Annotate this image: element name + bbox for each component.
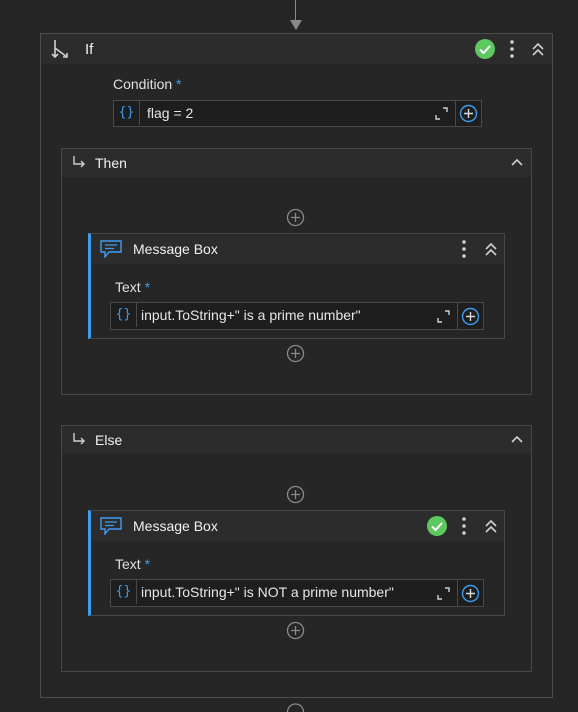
field-divider (457, 303, 458, 329)
text-value: input.ToString+" is a prime number" (141, 307, 361, 323)
double-chevron-up-icon[interactable] (531, 41, 545, 57)
field-divider (455, 101, 456, 126)
expand-editor-icon[interactable] (437, 587, 450, 600)
double-chevron-up-icon[interactable] (484, 241, 498, 257)
if-activity[interactable]: If Condition * {} flag = 2 Then Message … (40, 33, 553, 698)
add-activity-icon[interactable] (286, 703, 305, 712)
vertical-dots-icon[interactable] (460, 516, 468, 536)
message-box-activity[interactable]: Message Box Text * {} input.ToString+" i… (88, 510, 505, 616)
required-marker: * (176, 76, 182, 92)
then-title: Then (95, 155, 127, 171)
message-box-title: Message Box (133, 518, 218, 534)
add-activity-icon[interactable] (286, 344, 305, 363)
else-title: Else (95, 432, 123, 448)
double-chevron-up-icon[interactable] (484, 518, 498, 534)
text-input[interactable]: {} input.ToString+" is NOT a prime numbe… (110, 579, 484, 607)
else-header (62, 426, 531, 454)
condition-label-text: Condition (113, 76, 173, 92)
field-divider (457, 580, 458, 606)
then-header (62, 149, 531, 177)
condition-label: Condition * (113, 76, 182, 92)
expand-editor-icon[interactable] (435, 107, 448, 120)
condition-value: flag = 2 (147, 105, 194, 121)
check-circle-icon (475, 39, 495, 59)
plus-circle-icon[interactable] (461, 584, 480, 603)
text-input[interactable]: {} input.ToString+" is a prime number" (110, 302, 484, 330)
vertical-dots-icon[interactable] (508, 39, 516, 59)
branch-arrow-icon (73, 156, 85, 168)
curly-braces-icon[interactable]: {} (114, 101, 140, 125)
chevron-up-icon[interactable] (510, 157, 524, 167)
add-activity-icon[interactable] (286, 621, 305, 640)
plus-circle-icon[interactable] (459, 104, 478, 123)
expand-editor-icon[interactable] (437, 310, 450, 323)
text-value: input.ToString+" is NOT a prime number" (141, 584, 394, 600)
if-title: If (85, 41, 94, 58)
condition-input[interactable]: {} flag = 2 (113, 100, 482, 127)
add-activity-icon[interactable] (286, 208, 305, 227)
else-branch[interactable]: Else Message Box Text * {} input.ToStrin… (61, 425, 532, 672)
then-branch[interactable]: Then Message Box Text * {} input.ToStrin… (61, 148, 532, 395)
check-circle-icon (427, 516, 447, 536)
message-bubble-icon (100, 240, 122, 258)
required-marker: * (144, 279, 151, 295)
required-marker: * (144, 556, 151, 572)
vertical-dots-icon[interactable] (460, 239, 468, 259)
message-box-title: Message Box (133, 241, 218, 257)
message-bubble-icon (100, 517, 122, 535)
message-box-activity[interactable]: Message Box Text * {} input.ToString+" i… (88, 233, 505, 339)
curly-braces-icon[interactable]: {} (111, 580, 137, 604)
text-label: Text * (115, 279, 150, 295)
plus-circle-icon[interactable] (461, 307, 480, 326)
add-activity-icon[interactable] (286, 485, 305, 504)
connector-arrow-icon (290, 20, 302, 30)
branch-arrow-icon (73, 433, 85, 445)
text-label-text: Text (115, 556, 141, 572)
curly-braces-icon[interactable]: {} (111, 303, 137, 327)
text-label: Text * (115, 556, 150, 572)
chevron-up-icon[interactable] (510, 434, 524, 444)
text-label-text: Text (115, 279, 141, 295)
if-branch-icon (51, 40, 68, 59)
